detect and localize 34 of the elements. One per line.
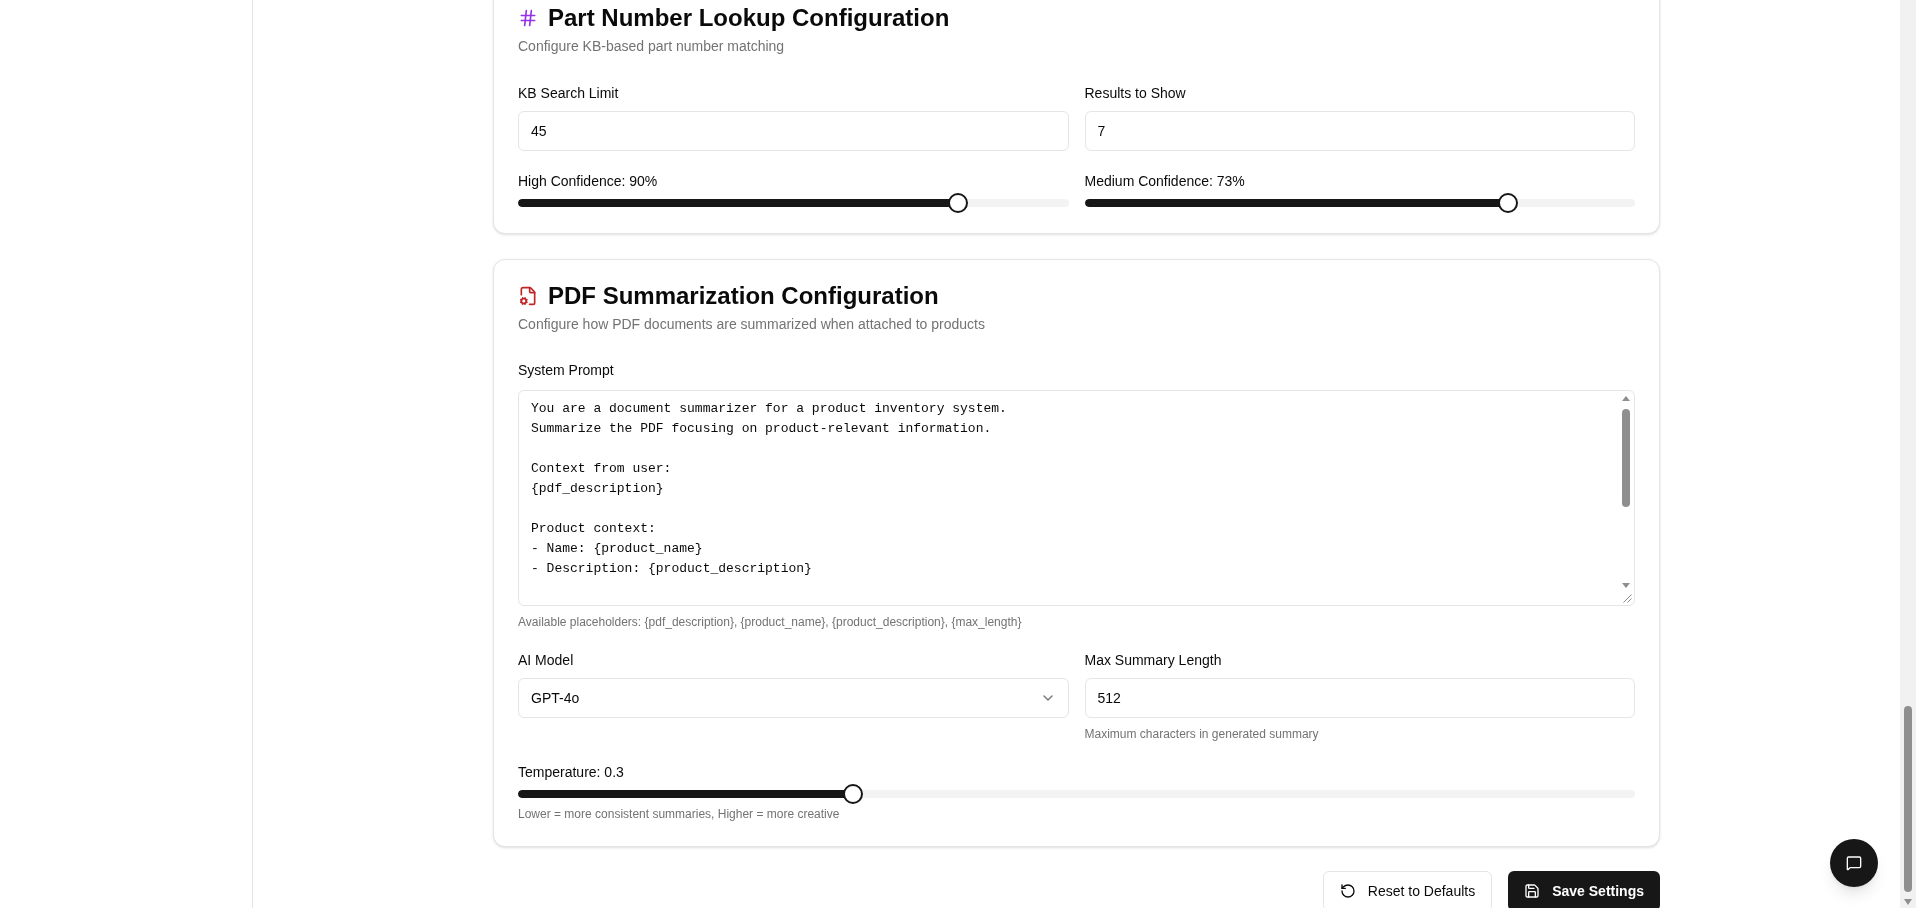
- reset-button[interactable]: Reset to Defaults: [1322, 871, 1493, 908]
- prompt-textarea[interactable]: You are a document summarizer for a product inventory system. Summarize the PDF focusing on product-relevant information. Context from user: {pdf_description} Product context: - Name: {product_name} - Description: {product_description}: [518, 390, 1635, 606]
- field-label: AI Model: [518, 651, 574, 670]
- hint-text: Lower = more consistent summaries, Higher = more creative: [518, 806, 840, 822]
- number-input[interactable]: 45: [518, 111, 1069, 151]
- field-label: Results to Show: [1084, 84, 1186, 103]
- chat-button[interactable]: [1830, 839, 1878, 887]
- slider[interactable]: [518, 193, 1069, 213]
- slider-thumb[interactable]: [843, 784, 864, 804]
- number-input[interactable]: 7: [1084, 111, 1635, 151]
- slider-thumb[interactable]: [1498, 193, 1519, 213]
- save-button[interactable]: Save Settings: [1508, 871, 1660, 908]
- document-gear-icon: [518, 286, 538, 306]
- hash-icon: [518, 8, 538, 28]
- slider[interactable]: [518, 784, 1635, 804]
- model-select[interactable]: GPT-4o: [518, 678, 1069, 718]
- resize-grip-icon: [1623, 594, 1632, 603]
- field-label: Max Summary Length: [1084, 651, 1222, 670]
- hint-text: Maximum characters in generated summary: [1084, 726, 1319, 742]
- field-label: Temperature: 0.3: [518, 763, 624, 782]
- card-title: Part Number Lookup Configuration: [548, 3, 950, 33]
- field-label: Medium Confidence: 73%: [1084, 172, 1245, 191]
- field-label: High Confidence: 90%: [518, 172, 658, 191]
- hint-text: Available placeholders: {pdf_description}, {product_name}, {product_description}, {max_length}: [518, 614, 1022, 630]
- slider-thumb[interactable]: [948, 193, 969, 213]
- card-subtitle: Configure how PDF documents are summarized when attached to products: [518, 315, 985, 334]
- number-input[interactable]: 512: [1084, 678, 1635, 718]
- card-subtitle: Configure KB-based part number matching: [518, 37, 785, 56]
- slider[interactable]: [1084, 193, 1635, 213]
- field-label: KB Search Limit: [518, 84, 619, 103]
- card-title: PDF Summarization Configuration: [548, 281, 939, 311]
- field-label: System Prompt: [518, 361, 614, 380]
- reset-icon: [1339, 883, 1356, 899]
- chat-bubble-icon: [1846, 855, 1862, 871]
